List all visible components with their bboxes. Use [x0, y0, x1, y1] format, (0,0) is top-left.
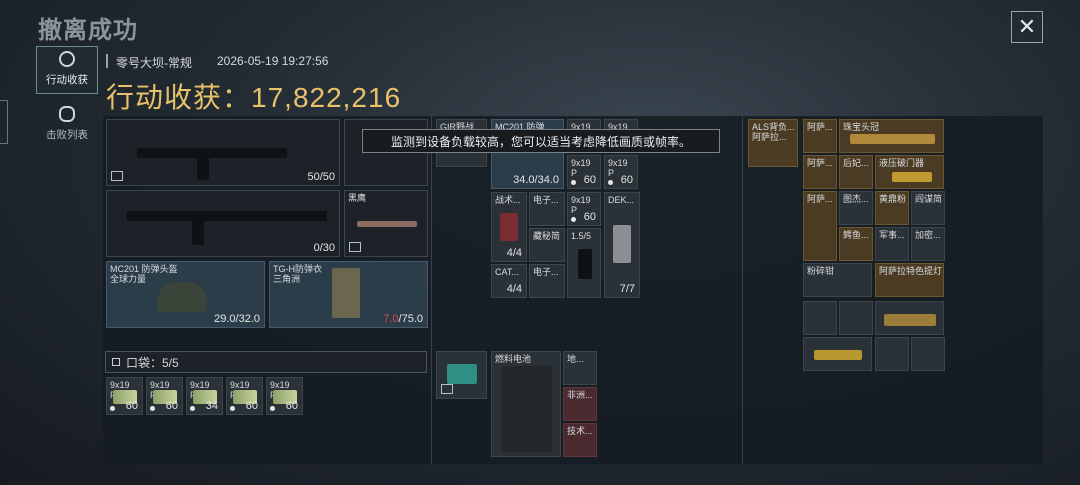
stash-item[interactable]: 粉碎钳: [803, 263, 872, 297]
electronic-item[interactable]: 电子...: [529, 192, 565, 226]
stash-item[interactable]: 阿萨...: [803, 155, 837, 189]
map-name: 零号大坝-常规: [116, 56, 192, 70]
rifle-icon: [127, 211, 327, 221]
backpack-item[interactable]: 地...: [563, 351, 597, 385]
tab-kills-label: 击败列表: [46, 129, 88, 141]
cat-item[interactable]: CAT... 4/4: [491, 264, 527, 298]
electronic-item[interactable]: 电子...: [529, 264, 565, 298]
harvest-total: 行动收获：17,822,216: [106, 76, 401, 116]
performance-toast: 监测到设备负载较高，您可以适当考虑降低画质或帧率。: [362, 129, 720, 153]
stash-item[interactable]: 图杰...: [839, 191, 873, 225]
stash-item[interactable]: [911, 337, 945, 371]
stash-backpack[interactable]: ALS背负... 阿萨拉...: [748, 119, 798, 167]
helmet-name: MC201 防弹头盔: [110, 264, 178, 274]
tab-loot[interactable]: 行动收获: [36, 46, 98, 94]
primary-weapon-slot[interactable]: 50/50: [106, 119, 340, 186]
fuel-cell-item[interactable]: 燃料电池: [491, 351, 561, 457]
stash-item[interactable]: 阿萨...: [803, 119, 837, 153]
backpack-item[interactable]: 非洲...: [563, 387, 597, 421]
harvest-value: 17,822,216: [251, 82, 402, 113]
side-drawer-handle[interactable]: [0, 100, 8, 144]
meta-divider: [106, 54, 108, 68]
stash-item[interactable]: 阿萨...: [803, 191, 837, 261]
stash-item[interactable]: 后妃...: [839, 155, 873, 189]
secondary-weapon-slot[interactable]: 0/30: [106, 190, 340, 257]
helmet-durability: 29.0/32.0: [214, 313, 260, 325]
pocket-ammo[interactable]: 9x19P60: [106, 377, 143, 415]
stash-item[interactable]: 珠宝头冠: [839, 119, 944, 153]
pocket-ammo[interactable]: 9x19P34: [186, 377, 223, 415]
harvest-label: 行动收获：: [106, 82, 252, 113]
stash-item[interactable]: [803, 301, 837, 335]
pocket-ammo[interactable]: 9x19P60: [146, 377, 183, 415]
melee-slot[interactable]: 黑鹰: [344, 190, 428, 257]
stash-item[interactable]: [875, 337, 909, 371]
helmet-icon: [157, 282, 207, 312]
stash-item[interactable]: 鳄鱼...: [839, 227, 873, 261]
helmet-sub: 全球力量: [110, 274, 147, 284]
rifle-icon: [137, 148, 287, 158]
skull-icon: [59, 106, 75, 122]
rifle-grip: [192, 219, 204, 245]
rifle-grip: [197, 156, 209, 180]
chest-ammo[interactable]: 9x19 P 60: [567, 155, 601, 189]
armor-icon: [332, 268, 360, 318]
dek-item[interactable]: DEK... 7/7: [604, 192, 640, 298]
unlinked-icon: [111, 171, 123, 181]
stash-item[interactable]: 军事...: [875, 227, 909, 261]
col-divider: [742, 116, 743, 464]
tab-kills[interactable]: 击败列表: [36, 100, 98, 148]
stash-item[interactable]: [875, 301, 944, 335]
unlinked-icon: [441, 384, 453, 394]
loot-icon: [59, 51, 75, 67]
tactical-item[interactable]: 战术... 4/4: [491, 192, 527, 262]
close-button[interactable]: ✕: [1011, 11, 1043, 43]
stash-item[interactable]: [803, 337, 872, 371]
backpack-item[interactable]: 技术...: [563, 423, 597, 457]
page-title: 撤离成功: [38, 17, 138, 44]
tab-loot-label: 行动收获: [46, 74, 88, 86]
stash-item[interactable]: 加密...: [911, 227, 945, 261]
pocket-label: 口袋：5/5: [126, 355, 179, 370]
primary-ammo: 50/50: [307, 171, 335, 183]
battery-item[interactable]: 1.5/5: [567, 228, 601, 298]
stash-item[interactable]: [839, 301, 873, 335]
secret-item[interactable]: 藏秘简: [529, 228, 565, 262]
pocket-header: 口袋：5/5: [105, 351, 427, 373]
stash-item[interactable]: 液压破门器: [875, 155, 944, 189]
knife-icon: [357, 221, 417, 227]
armor-slot[interactable]: TG-H防弹衣 三角洲 7.0/75.0: [269, 261, 428, 328]
chest-ammo[interactable]: 9x19 P 60: [567, 192, 601, 226]
stash-item[interactable]: 阎谋简: [911, 191, 945, 225]
secondary-ammo: 0/30: [313, 242, 335, 254]
armor-sub: 三角洲: [273, 274, 301, 284]
close-icon: ✕: [1017, 14, 1037, 39]
pocket-ammo[interactable]: 9x19P60: [266, 377, 303, 415]
helmet-slot[interactable]: MC201 防弹头盔 全球力量 29.0/32.0: [106, 261, 265, 328]
chest-ammo[interactable]: 9x19 P 60: [604, 155, 638, 189]
stash-item[interactable]: 黄鼎粉: [875, 191, 909, 225]
timestamp: 2026-05-19 19:27:56: [217, 54, 329, 68]
unlinked-icon: [349, 242, 361, 252]
backpack-slot[interactable]: [436, 351, 487, 399]
pocket-ammo[interactable]: 9x19P60: [226, 377, 263, 415]
armor-durability: 7.0/75.0: [383, 313, 423, 325]
stash-item[interactable]: 阿萨拉特色提灯: [875, 263, 944, 297]
armor-name: TG-H防弹衣: [273, 264, 322, 274]
melee-label: 黑鹰: [348, 193, 367, 203]
col-divider: [431, 116, 432, 464]
